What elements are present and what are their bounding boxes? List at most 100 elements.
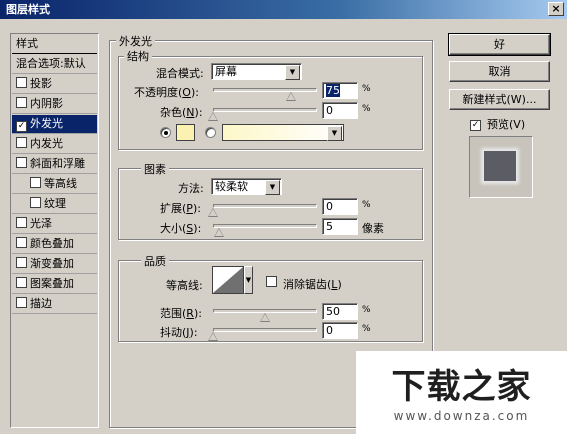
style-item-checkbox[interactable] [16,217,27,228]
style-item[interactable]: 纹理 [12,195,97,214]
watermark-logo: 下载之家 [391,367,532,407]
solid-color-radio[interactable] [160,127,171,138]
antialias-check-box[interactable] [266,276,277,287]
style-item[interactable]: ✓ 外发光 [12,115,97,134]
style-item[interactable]: 颜色叠加 [12,235,97,254]
style-item-label: 光泽 [30,217,52,230]
style-item[interactable]: 描边 [12,295,97,314]
chevron-down-icon: ▼ [327,126,342,141]
size-slider-thumb[interactable] [214,228,224,237]
noise-slider-track[interactable] [213,108,317,112]
gradient-radio[interactable] [205,127,216,138]
style-item[interactable]: 等高线 [12,175,97,194]
jitter-slider-track[interactable] [213,328,317,332]
technique-label: 方法: [178,182,204,195]
antialias-label: 消除锯齿(L) [283,278,342,291]
style-item-label: 颜色叠加 [30,237,74,250]
style-item[interactable]: 内发光 [12,135,97,154]
style-item[interactable]: 光泽 [12,215,97,234]
style-item-checkbox[interactable] [16,97,27,108]
cancel-button[interactable]: 取消 [449,61,550,82]
opacity-slider-thumb[interactable] [286,92,296,101]
style-item-label: 渐变叠加 [30,257,74,270]
style-item[interactable]: 图案叠加 [12,275,97,294]
opacity-input[interactable]: 75 [322,82,358,99]
spread-unit: % [362,200,371,210]
style-item-label: 投影 [30,77,52,90]
style-item-checkbox[interactable] [16,297,27,308]
antialias-checkbox[interactable] [266,276,280,289]
spread-slider-track[interactable] [213,204,317,208]
range-slider-thumb[interactable] [260,313,270,322]
range-input[interactable]: 50 [322,303,358,320]
opacity-slider-track[interactable] [213,88,317,92]
style-item-checkbox[interactable]: ✓ [16,121,27,132]
size-input[interactable]: 5 [322,218,358,235]
style-item-checkbox[interactable] [16,237,27,248]
style-item-checkbox[interactable] [30,177,41,188]
blend-mode-label: 混合模式: [156,67,204,80]
style-item[interactable]: 内阴影 [12,95,97,114]
spread-input[interactable]: 0 [322,198,358,215]
style-preview [469,136,533,198]
watermark-url: www.downza.com [393,409,530,423]
style-item-label: 内发光 [30,137,63,150]
style-item-checkbox[interactable] [16,257,27,268]
range-label: 范围(R): [160,307,202,320]
preview-check-box[interactable]: ✓ [470,120,481,131]
style-item-label: 斜面和浮雕 [30,157,85,170]
noise-label: 杂色(N): [160,106,203,119]
styles-list: 样式 混合选项:默认 投影 内阴影 ✓ 外发光 内发光 斜面和浮雕 等高线 纹理 光泽 颜色叠加渐… [10,33,99,428]
spread-slider-thumb[interactable] [208,208,218,217]
style-item-checkbox[interactable] [30,197,41,208]
size-slider-track[interactable] [213,224,317,228]
style-item-checkbox[interactable] [16,137,27,148]
style-item[interactable]: 斜面和浮雕 [12,155,97,174]
blend-mode-value: 屏幕 [215,65,237,78]
preview-swatch [484,151,516,181]
style-item[interactable]: 渐变叠加 [12,255,97,274]
style-item-checkbox[interactable] [16,77,27,88]
style-item[interactable]: 投影 [12,75,97,94]
preview-checkbox[interactable]: ✓ [470,116,484,131]
noise-unit: % [362,104,371,114]
jitter-slider-thumb[interactable] [208,332,218,341]
size-label: 大小(S): [160,222,202,235]
jitter-unit: % [362,324,371,334]
glow-color-swatch[interactable] [176,124,195,141]
spread-label: 扩展(P): [160,202,201,215]
close-button[interactable]: × [548,2,564,16]
blending-options-item[interactable]: 混合选项:默认 [12,55,97,74]
title-bar: 图层样式 [0,0,567,19]
chevron-down-icon[interactable]: ▼ [244,266,253,294]
style-item-checkbox[interactable] [16,277,27,288]
jitter-label: 抖动(J): [160,326,198,339]
contour-preview[interactable] [212,266,244,294]
jitter-input[interactable]: 0 [322,322,358,339]
style-item-label: 外发光 [30,117,63,130]
noise-input[interactable]: 0 [322,102,358,119]
technique-value: 较柔软 [215,180,248,193]
technique-select[interactable]: 较柔软 ▼ [211,178,282,195]
opacity-unit: % [362,84,371,94]
quality-title: 品质 [141,253,169,269]
blend-mode-select[interactable]: 屏幕 ▼ [211,63,302,80]
watermark: 下载之家 www.downza.com [356,351,567,434]
contour-label: 等高线: [166,279,203,292]
new-style-button[interactable]: 新建样式(W)... [449,89,550,110]
size-unit: 像素 [362,222,384,235]
structure-title: 结构 [124,48,152,64]
preview-label: 预览(V) [487,118,526,131]
chevron-down-icon: ▼ [285,65,300,80]
range-unit: % [362,305,371,315]
opacity-label: 不透明度(O): [134,86,199,99]
styles-list-header[interactable]: 样式 [12,35,97,54]
style-item-label: 等高线 [44,177,77,190]
style-item-checkbox[interactable] [16,157,27,168]
window-title: 图层样式 [6,3,50,16]
style-item-label: 图案叠加 [30,277,74,290]
noise-slider-thumb[interactable] [208,112,218,121]
linear-contour-icon [213,267,243,293]
glow-gradient-picker[interactable]: ▼ [222,124,344,141]
ok-button[interactable]: 好 [448,33,551,56]
